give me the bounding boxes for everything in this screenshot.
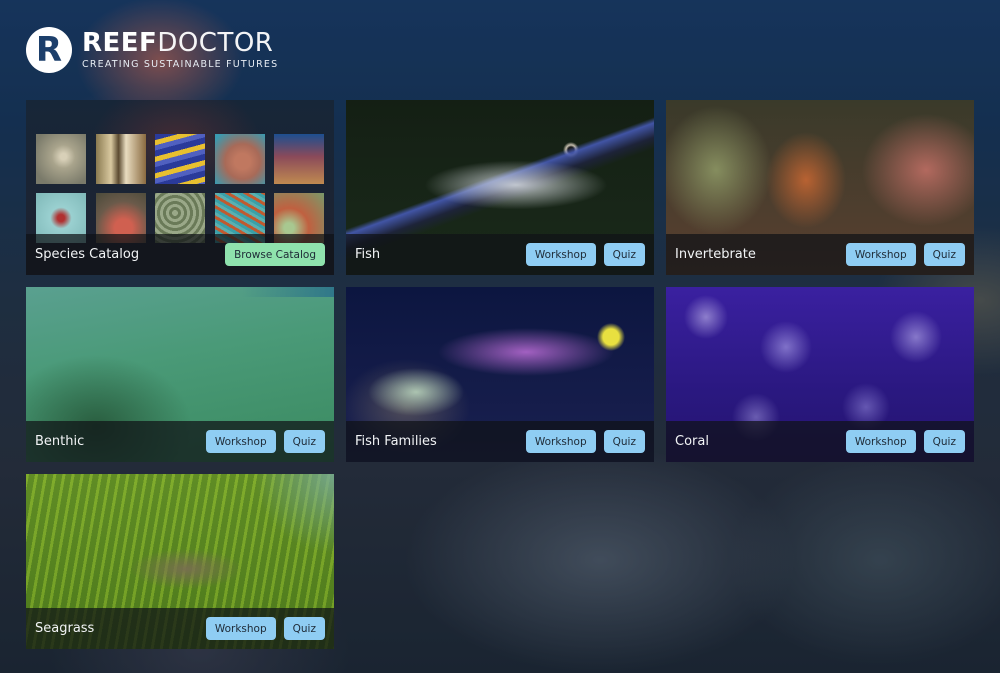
card-label: Invertebrate [675,247,756,262]
invertebrate-quiz-button[interactable]: Quiz [923,243,965,266]
card-label-bar: Fish Workshop Quiz [346,234,654,275]
card-label: Coral [675,434,709,449]
card-label: Benthic [35,434,85,449]
coral-quiz-button[interactable]: Quiz [923,430,965,453]
card-benthic: Benthic Workshop Quiz [26,287,334,462]
card-label-bar: Invertebrate Workshop Quiz [666,234,974,275]
card-label: Seagrass [35,621,95,636]
card-species-catalog: Species Catalog Browse Catalog [26,100,334,275]
benthic-quiz-button[interactable]: Quiz [283,430,325,453]
fish-families-workshop-button[interactable]: Workshop [525,430,596,453]
card-label-bar: Species Catalog Browse Catalog [26,234,334,275]
reefdoctor-logo[interactable]: R REEFDOCTOR CREATING SUSTAINABLE FUTURE… [26,27,278,73]
invertebrate-workshop-button[interactable]: Workshop [845,243,916,266]
card-fish-families: Fish Families Workshop Quiz [346,287,654,462]
card-label: Fish Families [355,434,437,449]
card-label-bar: Seagrass Workshop Quiz [26,608,334,649]
seagrass-workshop-button[interactable]: Workshop [205,617,276,640]
thumbnail-reef-scene[interactable] [274,134,324,184]
logo-r-icon: R [26,27,72,73]
card-label-bar: Coral Workshop Quiz [666,421,974,462]
fish-workshop-button[interactable]: Workshop [525,243,596,266]
seagrass-quiz-button[interactable]: Quiz [283,617,325,640]
logo-title: REEFDOCTOR [82,28,274,58]
card-label: Fish [355,247,381,262]
card-seagrass: Seagrass Workshop Quiz [26,474,334,649]
card-label-bar: Benthic Workshop Quiz [26,421,334,462]
logo-tagline: CREATING SUSTAINABLE FUTURES [82,59,279,70]
card-coral: Coral Workshop Quiz [666,287,974,462]
card-label: Species Catalog [35,247,140,262]
fish-families-quiz-button[interactable]: Quiz [603,430,645,453]
thumbnail-sand-fish[interactable] [36,134,86,184]
benthic-workshop-button[interactable]: Workshop [205,430,276,453]
thumbnail-octopus[interactable] [214,134,265,184]
card-invertebrate: Invertebrate Workshop Quiz [666,100,974,275]
card-fish: Fish Workshop Quiz [346,100,654,275]
browse-catalog-button[interactable]: Browse Catalog [225,243,325,266]
coral-workshop-button[interactable]: Workshop [845,430,916,453]
thumbnail-butterflyfish[interactable] [95,134,146,184]
logo-text: REEFDOCTOR CREATING SUSTAINABLE FUTURES [82,30,278,70]
card-label-bar: Fish Families Workshop Quiz [346,421,654,462]
thumbnail-yellow-striped-fish[interactable] [155,134,205,184]
fish-quiz-button[interactable]: Quiz [603,243,645,266]
catalog-thumbnail-grid [36,134,324,243]
